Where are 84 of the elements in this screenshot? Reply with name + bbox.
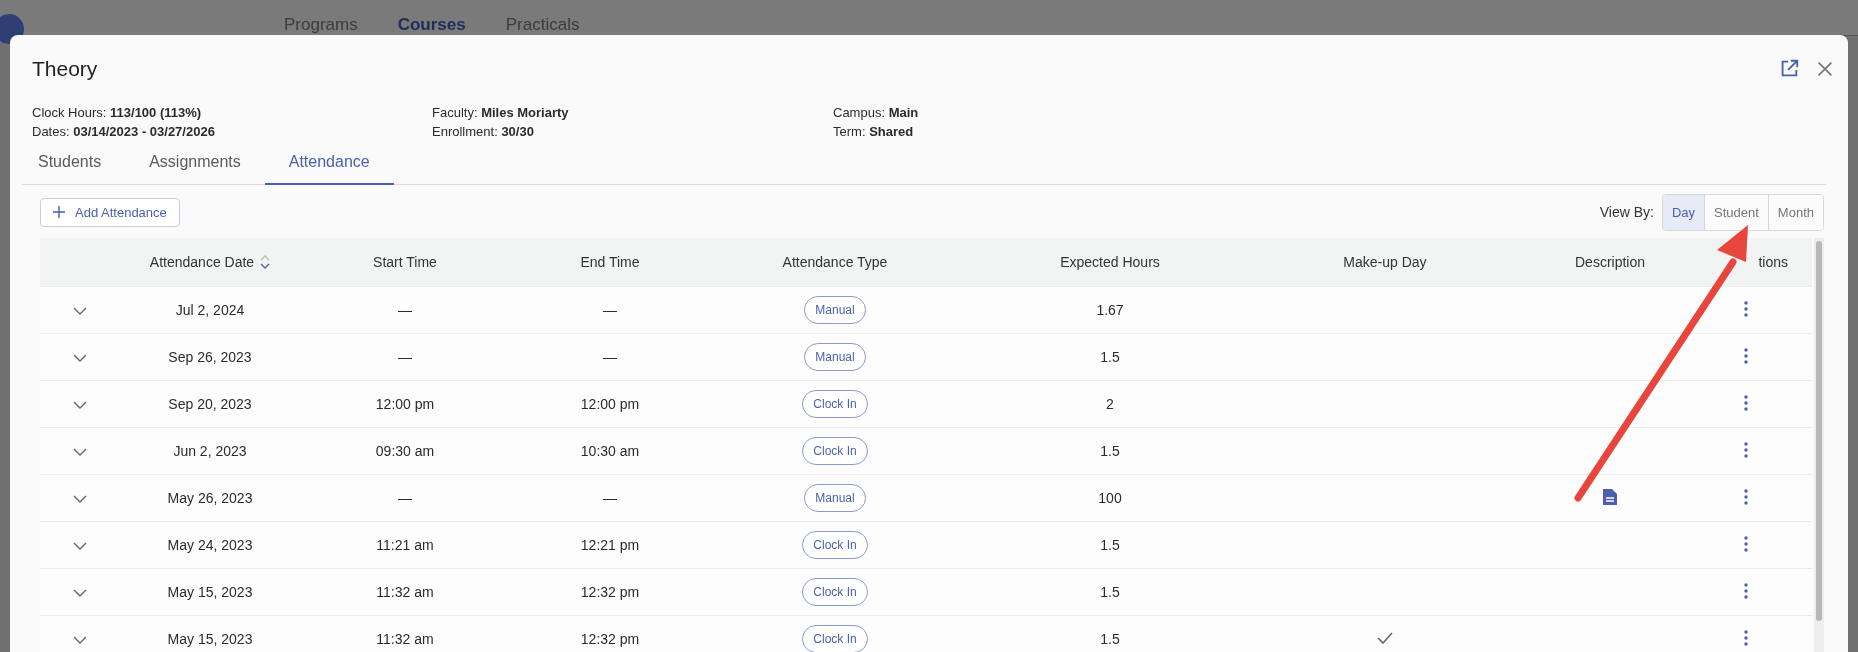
info-field: Enrollment: 30/30 — [432, 124, 833, 139]
table-cell: 2 — [1106, 396, 1114, 412]
info-field: Campus: Main — [833, 105, 1133, 120]
nav-tab[interactable]: Courses — [397, 14, 466, 35]
table-cell: May 24, 2023 — [167, 537, 253, 553]
table-cell: May 15, 2023 — [167, 584, 253, 600]
more-icon[interactable] — [1744, 629, 1748, 646]
column-header: End Time — [580, 254, 640, 270]
table-cell: 1.5 — [1100, 349, 1120, 365]
more-icon[interactable] — [1744, 488, 1748, 505]
tab[interactable]: Students — [22, 147, 126, 185]
table-cell: — — [603, 349, 617, 365]
column-header: Start Time — [373, 254, 437, 270]
tab[interactable]: Attendance — [264, 147, 394, 185]
plus-icon — [53, 206, 65, 218]
table-cell: 09:30 am — [375, 443, 435, 459]
dialog-title: Theory — [32, 57, 99, 81]
table-cell: — — [398, 302, 412, 318]
chevron-down-icon[interactable] — [73, 354, 87, 362]
view-by-label: View By: — [1599, 204, 1654, 220]
table-cell: 12:32 pm — [580, 631, 640, 648]
attendance-type-tag: Clock In — [802, 625, 868, 652]
chevron-down-icon[interactable] — [73, 307, 87, 315]
more-icon[interactable] — [1744, 582, 1748, 599]
table-cell: 11:21 am — [376, 537, 434, 553]
info-field: Term: Shared — [833, 124, 1133, 139]
more-icon[interactable] — [1744, 394, 1748, 411]
table-cell: — — [603, 490, 617, 506]
more-icon[interactable] — [1744, 441, 1748, 458]
table-cell: 1.67 — [1096, 302, 1124, 318]
more-icon[interactable] — [1744, 300, 1748, 317]
column-header[interactable]: Attendance Date — [149, 254, 255, 270]
attendance-type-tag: Manual — [804, 484, 866, 512]
table-cell: 1.5 — [1100, 537, 1120, 553]
column-header: Make-up Day — [1343, 254, 1427, 270]
table-cell: 1.5 — [1100, 443, 1120, 459]
table-cell: May 15, 2023 — [167, 631, 253, 648]
nav-tab[interactable]: Practicals — [505, 14, 580, 35]
view-option[interactable]: Day — [1662, 194, 1705, 230]
sort-icon[interactable] — [260, 254, 271, 270]
tab[interactable]: Assignments — [125, 147, 265, 185]
nav-tab[interactable]: Programs — [284, 14, 358, 35]
table-cell: 1.5 — [1100, 631, 1120, 648]
column-header: Attendance Type — [782, 254, 888, 270]
column-header: Description — [1575, 254, 1645, 270]
info-field: Faculty: Miles Moriarty — [432, 105, 833, 120]
table-cell: Sep 20, 2023 — [168, 396, 252, 412]
more-icon[interactable] — [1744, 535, 1748, 552]
chevron-down-icon[interactable] — [73, 448, 87, 456]
chevron-down-icon[interactable] — [73, 401, 87, 409]
column-header: Expected Hours — [1060, 254, 1160, 270]
table-cell: 100 — [1098, 490, 1122, 506]
table-cell: May 26, 2023 — [167, 490, 253, 506]
table-cell: 12:00 pm — [580, 396, 640, 412]
attendance-type-tag: Clock In — [802, 437, 868, 465]
table-cell: — — [603, 302, 617, 318]
table-cell: Jun 2, 2023 — [173, 443, 247, 459]
table-cell: 11:32 am — [376, 584, 434, 600]
attendance-type-tag: Clock In — [802, 578, 868, 606]
chevron-down-icon[interactable] — [73, 495, 87, 503]
note-icon[interactable] — [1602, 487, 1618, 506]
attendance-type-tag: Clock In — [802, 531, 868, 559]
more-icon[interactable] — [1744, 347, 1748, 364]
info-field: Clock Hours: 113/100 (113%) — [32, 105, 432, 120]
table-cell: Jul 2, 2024 — [175, 302, 245, 318]
table-cell: 1.5 — [1100, 584, 1120, 600]
chevron-down-icon[interactable] — [73, 636, 87, 645]
table-cell: 12:32 pm — [580, 584, 640, 600]
table-cell: — — [398, 490, 412, 506]
attendance-type-tag: Clock In — [802, 390, 868, 418]
column-header: tions — [1758, 254, 1788, 270]
info-field: Dates: 03/14/2023 - 03/27/2026 — [32, 124, 432, 139]
table-cell: Sep 26, 2023 — [168, 349, 252, 365]
chevron-down-icon[interactable] — [73, 589, 87, 597]
add-attendance-button[interactable]: Add Attendance — [40, 197, 180, 227]
table-cell: 12:00 pm — [375, 396, 435, 412]
attendance-type-tag: Manual — [804, 296, 866, 324]
table-cell: 11:32 am — [376, 631, 434, 648]
attendance-type-tag: Manual — [804, 343, 866, 371]
table-cell: 12:21 pm — [580, 537, 640, 553]
view-option[interactable]: Month — [1767, 194, 1823, 230]
table-cell: 10:30 am — [580, 443, 640, 459]
chevron-down-icon[interactable] — [73, 542, 87, 550]
table-cell: — — [398, 349, 412, 365]
